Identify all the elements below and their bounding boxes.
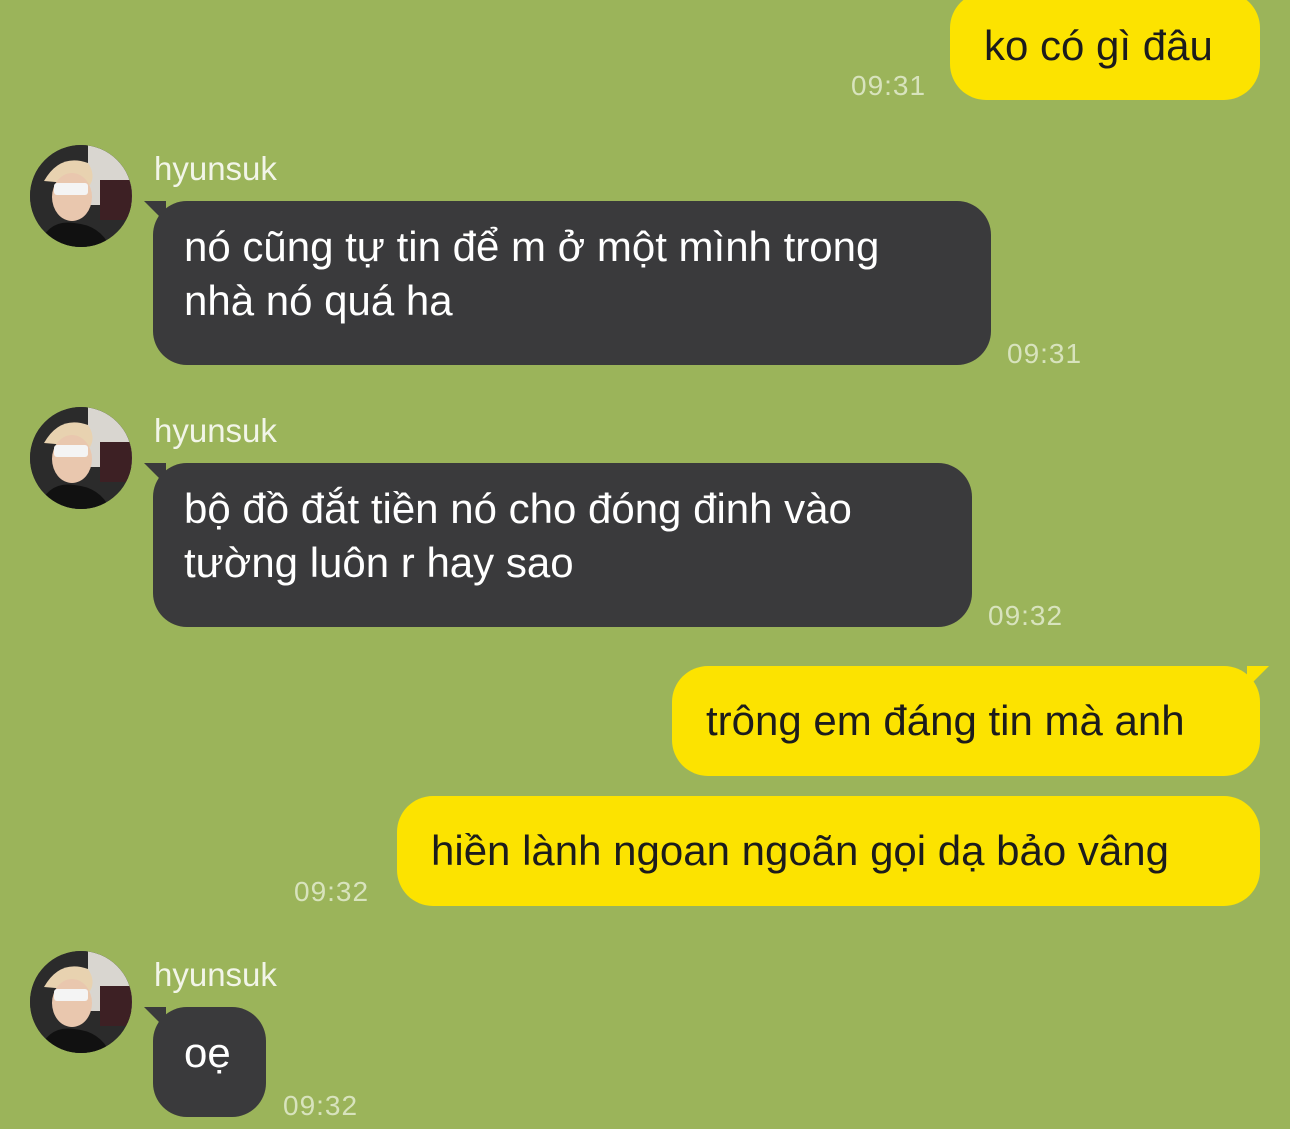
message-text: hiền lành ngoan ngoãn gọi dạ bảo vâng [431,827,1169,874]
message-text: ko có gì đâu [984,22,1213,69]
sender-name: hyunsuk [154,956,277,993]
profile-photo-avatar-icon [30,145,132,247]
profile-photo-avatar-icon [30,407,132,509]
outgoing-message-bubble[interactable]: hiền lành ngoan ngoãn gọi dạ bảo vâng [397,796,1260,906]
sender-avatar[interactable] [30,951,132,1053]
message-timestamp: 09:32 [988,600,1064,631]
sender-name: hyunsuk [154,150,277,187]
message-text-line: nhà nó quá ha [184,277,453,324]
message-timestamp: 09:32 [283,1090,359,1121]
message-text-line: bộ đồ đắt tiền nó cho đóng đinh vào [184,485,852,532]
message-text-line: nó cũng tự tin để m ở một mình trong [184,223,880,270]
profile-photo-avatar-icon [30,951,132,1053]
sender-name: hyunsuk [154,412,277,449]
incoming-message-bubble[interactable]: nó cũng tự tin để m ở một mình trong nhà… [144,201,991,365]
outgoing-message-bubble[interactable]: ko có gì đâu [950,0,1260,100]
message-timestamp: 09:31 [1007,338,1083,369]
incoming-message-bubble[interactable]: oẹ [144,1007,266,1117]
message-text-line: tường luôn r hay sao [184,539,574,586]
message-text-line: oẹ [184,1029,231,1076]
sender-avatar[interactable] [30,407,132,509]
sender-avatar[interactable] [30,145,132,247]
chat-area[interactable]: ko có gì đâu 09:31 hyunsuk nó cũng tự ti… [0,0,1290,1129]
outgoing-message-bubble[interactable]: trông em đáng tin mà anh [672,666,1269,776]
message-timestamp: 09:31 [851,70,927,101]
message-timestamp: 09:32 [294,876,370,907]
message-text: trông em đáng tin mà anh [706,697,1185,744]
incoming-message-bubble[interactable]: bộ đồ đắt tiền nó cho đóng đinh vào tườn… [144,463,972,627]
